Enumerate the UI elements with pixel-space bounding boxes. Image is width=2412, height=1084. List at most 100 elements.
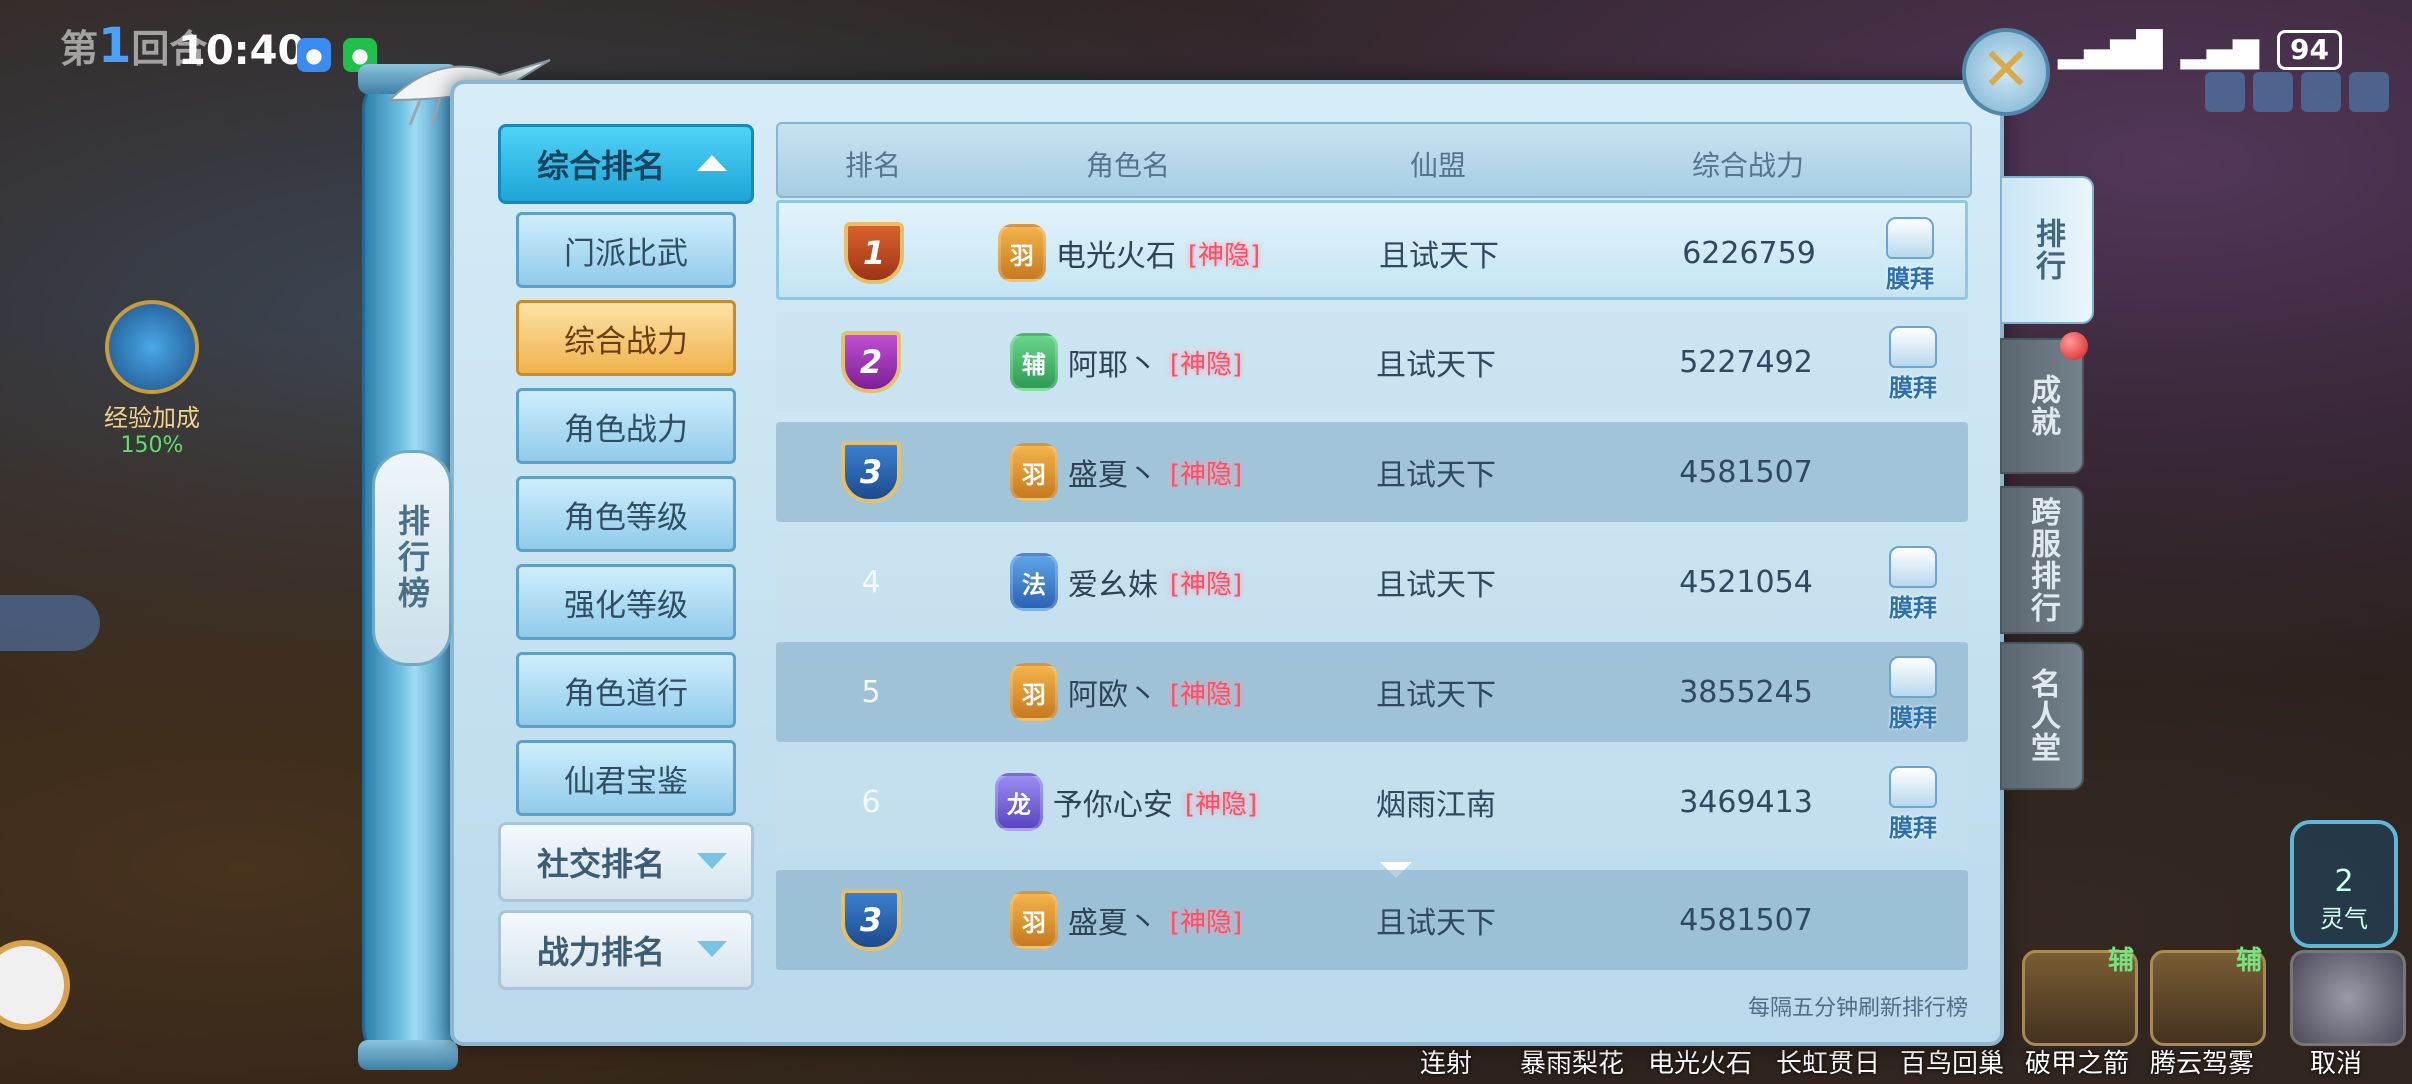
category-comprehensive[interactable]: 综合排名 xyxy=(498,124,754,204)
panel-title: 排行榜 xyxy=(372,450,452,666)
status-time: 10:40 xyxy=(178,28,306,74)
category-label: 综合排名 xyxy=(537,147,666,185)
top-right-icons xyxy=(2205,72,2389,112)
exp-orb-icon xyxy=(105,300,199,394)
player-name: 予你心安 xyxy=(1052,788,1173,823)
skill-label[interactable]: 腾云驾雾 xyxy=(2150,1043,2254,1080)
exp-value: 150% xyxy=(120,433,184,458)
skill-label[interactable]: 百鸟回巢 xyxy=(1900,1043,2004,1080)
worship-button[interactable]: 膜拜 xyxy=(1882,766,1944,842)
guild-name: 且试天下 xyxy=(1379,239,1499,274)
skill-label[interactable]: 长虹贯日 xyxy=(1776,1043,1880,1080)
chevron-down-icon xyxy=(697,941,727,957)
tab-hall-of-fame[interactable]: 名人堂 xyxy=(2000,642,2084,790)
sect-icon: 龙 xyxy=(994,773,1043,831)
rank-number: 4 xyxy=(861,564,881,600)
exp-bonus-badge[interactable]: 经验加成 150% xyxy=(92,300,212,458)
gear-icon[interactable] xyxy=(2290,950,2406,1046)
title-tag: [神隐] xyxy=(1187,240,1261,271)
menu-icon[interactable] xyxy=(2253,72,2293,112)
category-combat-power[interactable]: 战力排名 xyxy=(498,910,754,990)
status-indicators: ▂▄▆█ ▂▄▆ 94 xyxy=(2058,30,2342,70)
table-row[interactable]: 5 羽 阿欧丶 [神隐] 且试天下 3855245 膜拜 xyxy=(776,642,1968,742)
close-icon[interactable]: ✕ xyxy=(1962,28,2050,116)
header-rank: 排名 xyxy=(844,149,901,182)
player-name: 爱幺妹 xyxy=(1067,568,1158,603)
spirit-count: 2 xyxy=(2334,864,2354,899)
header-role-name: 角色名 xyxy=(1085,149,1170,182)
table-row[interactable]: 4 法 爱幺妹 [神隐] 且试天下 4521054 膜拜 xyxy=(776,532,1968,632)
subcategory-enhance-level[interactable]: 强化等级 xyxy=(516,564,736,640)
player-name: 盛夏丶 xyxy=(1067,906,1158,941)
menu-icon[interactable] xyxy=(2301,72,2341,112)
player-name: 阿欧丶 xyxy=(1067,678,1158,713)
header-power: 综合战力 xyxy=(1691,149,1804,182)
table-row[interactable]: 3 羽 盛夏丶 [神隐] 且试天下 4581507 xyxy=(776,422,1968,522)
skill-tag: 辅 xyxy=(2236,946,2263,976)
skill-label[interactable]: 暴雨梨花 xyxy=(1520,1043,1624,1080)
chat-toggle-button[interactable] xyxy=(0,595,100,651)
scroll-rod-cap xyxy=(358,1040,458,1070)
sect-icon: 羽 xyxy=(1009,663,1058,721)
my-rank-row: 3 羽 盛夏丶 [神隐] 且试天下 4581507 xyxy=(776,870,1968,970)
signal-icon: ▂▄▆ xyxy=(2180,30,2260,70)
subcategory-overall-power[interactable]: 综合战力 xyxy=(516,300,736,376)
worship-label: 膜拜 xyxy=(1889,814,1937,842)
skill-label[interactable]: 连射 xyxy=(1420,1043,1472,1080)
exp-label: 经验加成 xyxy=(104,404,200,432)
title-tag: [神隐] xyxy=(1169,349,1243,380)
table-row[interactable]: 1 羽 电光火石 [神隐] 且试天下 6226759 膜拜 xyxy=(776,200,1968,300)
power-value: 4521054 xyxy=(1679,564,1813,600)
sect-icon: 羽 xyxy=(1009,443,1058,501)
power-value: 3469413 xyxy=(1679,784,1813,820)
guild-name: 且试天下 xyxy=(1376,678,1496,713)
table-row[interactable]: 6 龙 予你心安 [神隐] 烟雨江南 3469413 膜拜 xyxy=(776,752,1968,852)
subcategory-sect-battle[interactable]: 门派比武 xyxy=(516,212,736,288)
subcategory-role-level[interactable]: 角色等级 xyxy=(516,476,736,552)
guild-name: 烟雨江南 xyxy=(1376,788,1496,823)
skill-label[interactable]: 破甲之箭 xyxy=(2025,1043,2129,1080)
player-name: 盛夏丶 xyxy=(1067,458,1158,493)
chevron-down-icon xyxy=(697,853,727,869)
category-social[interactable]: 社交排名 xyxy=(498,822,754,902)
thumbs-up-icon xyxy=(1889,326,1937,368)
subcategory-role-dao[interactable]: 角色道行 xyxy=(516,652,736,728)
power-value: 6226759 xyxy=(1682,235,1816,271)
thumbs-up-icon xyxy=(1889,656,1937,698)
skill-label[interactable]: 取消 xyxy=(2310,1043,2362,1080)
guild-name: 且试天下 xyxy=(1376,906,1496,941)
tab-ranking[interactable]: 排行 xyxy=(2000,176,2094,324)
rank-number: 5 xyxy=(861,674,881,710)
rank-number: 6 xyxy=(861,784,881,820)
subcategory-role-power[interactable]: 角色战力 xyxy=(516,388,736,464)
rank-medal-purple-icon: 2 xyxy=(841,331,901,393)
worship-label: 膜拜 xyxy=(1886,265,1934,293)
subcategory-immortal-treasure[interactable]: 仙君宝鉴 xyxy=(516,740,736,816)
title-tag: [神隐] xyxy=(1169,907,1243,938)
message-app-icon: ● xyxy=(297,38,331,72)
rank-medal-gold-icon: 1 xyxy=(844,222,904,284)
battery-icon: 94 xyxy=(2277,30,2342,70)
sect-icon: 羽 xyxy=(1009,891,1058,949)
worship-button[interactable]: 膜拜 xyxy=(1882,326,1944,402)
spirit-gauge: 2 灵气 xyxy=(2290,820,2398,948)
sect-icon: 法 xyxy=(1009,553,1058,611)
power-value: 5227492 xyxy=(1679,344,1813,380)
skill-tag: 辅 xyxy=(2108,946,2135,976)
worship-button[interactable]: 膜拜 xyxy=(1882,656,1944,732)
guild-name: 且试天下 xyxy=(1376,458,1496,493)
title-tag: [神隐] xyxy=(1169,459,1243,490)
worship-button[interactable]: 膜拜 xyxy=(1882,546,1944,622)
title-tag: [神隐] xyxy=(1184,789,1258,820)
sect-icon: 羽 xyxy=(997,224,1046,282)
table-row[interactable]: 2 辅 阿耶丶 [神隐] 且试天下 5227492 膜拜 xyxy=(776,312,1968,412)
worship-button[interactable]: 膜拜 xyxy=(1879,217,1941,293)
power-value: 4581507 xyxy=(1679,902,1813,938)
skill-label[interactable]: 电光火石 xyxy=(1648,1043,1752,1080)
spirit-label: 灵气 xyxy=(2320,905,2368,933)
notification-dot xyxy=(2060,332,2088,360)
menu-icon[interactable] xyxy=(2349,72,2389,112)
sect-icon: 辅 xyxy=(1009,333,1058,391)
menu-icon[interactable] xyxy=(2205,72,2245,112)
tab-cross-server[interactable]: 跨服排行 xyxy=(2000,486,2084,634)
